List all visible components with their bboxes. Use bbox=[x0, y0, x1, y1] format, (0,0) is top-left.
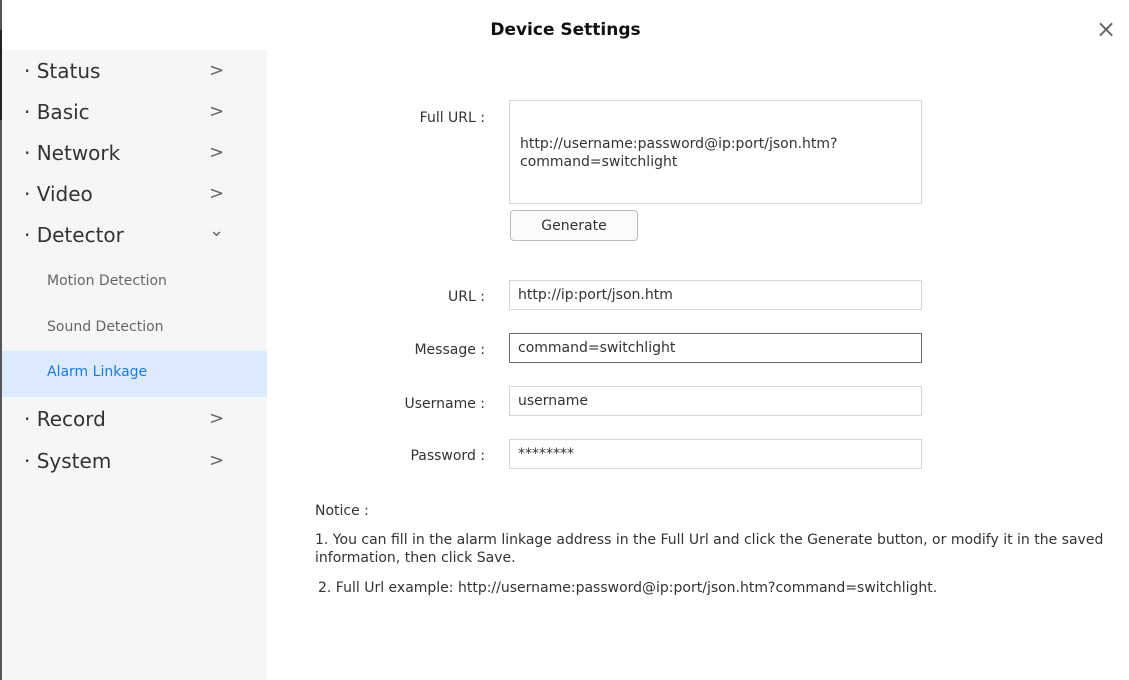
sidebar-item-label: · Record bbox=[24, 407, 106, 431]
chevron-right-icon: > bbox=[209, 183, 225, 204]
sidebar-item-label: · Basic bbox=[24, 100, 90, 124]
sidebar-subitem-label: Motion Detection bbox=[47, 273, 167, 289]
sidebar-item-label: · Detector bbox=[24, 223, 124, 247]
sidebar-item-basic[interactable]: · Basic > bbox=[2, 93, 267, 133]
chevron-right-icon: > bbox=[209, 60, 225, 81]
username-input[interactable] bbox=[509, 386, 922, 416]
notice-title: Notice : bbox=[315, 503, 369, 519]
sidebar-subitem-label: Sound Detection bbox=[47, 319, 164, 335]
close-icon[interactable]: × bbox=[1093, 16, 1119, 42]
sidebar-item-detector[interactable]: · Detector ⌄ bbox=[2, 216, 267, 256]
chevron-right-icon: > bbox=[209, 408, 225, 429]
chevron-right-icon: > bbox=[209, 142, 225, 163]
notice-line-1: 1. You can fill in the alarm linkage add… bbox=[315, 532, 1104, 566]
sidebar-item-status[interactable]: · Status > bbox=[2, 52, 267, 92]
dialog-title: Device Settings bbox=[490, 20, 641, 40]
sidebar-item-label: · System bbox=[24, 449, 112, 473]
sidebar-subitem-motion-detection[interactable]: Motion Detection bbox=[2, 260, 267, 306]
url-label: URL : bbox=[448, 289, 485, 305]
full-url-value: http://username:password@ip:port/json.ht… bbox=[520, 136, 838, 170]
sidebar-item-label: · Video bbox=[24, 182, 93, 206]
full-url-label: Full URL : bbox=[419, 110, 485, 126]
chevron-right-icon: > bbox=[209, 101, 225, 122]
generate-button[interactable]: Generate bbox=[510, 210, 638, 241]
sidebar-item-label: · Network bbox=[24, 141, 121, 165]
full-url-textarea[interactable]: http://username:password@ip:port/json.ht… bbox=[509, 100, 922, 204]
sidebar-item-network[interactable]: · Network > bbox=[2, 134, 267, 174]
username-label: Username : bbox=[404, 396, 485, 412]
password-input[interactable] bbox=[509, 439, 922, 469]
message-input[interactable] bbox=[509, 333, 922, 363]
sidebar-item-video[interactable]: · Video > bbox=[2, 175, 267, 215]
chevron-down-icon: ⌄ bbox=[209, 220, 225, 241]
notice-line-2: 2. Full Url example: http://username:pas… bbox=[318, 580, 938, 596]
sidebar-item-record[interactable]: · Record > bbox=[2, 400, 267, 440]
sidebar-item-system[interactable]: · System > bbox=[2, 442, 267, 482]
sidebar-subitem-alarm-linkage[interactable]: Alarm Linkage bbox=[2, 351, 267, 397]
sidebar-item-label: · Status bbox=[24, 59, 101, 83]
url-input[interactable] bbox=[509, 280, 922, 310]
message-label: Message : bbox=[414, 342, 485, 358]
chevron-right-icon: > bbox=[209, 450, 225, 471]
password-label: Password : bbox=[410, 448, 485, 464]
sidebar: · Status > · Basic > · Network > · Video… bbox=[2, 50, 267, 680]
sidebar-subitem-label: Alarm Linkage bbox=[47, 364, 148, 380]
sidebar-subitem-sound-detection[interactable]: Sound Detection bbox=[2, 306, 267, 352]
